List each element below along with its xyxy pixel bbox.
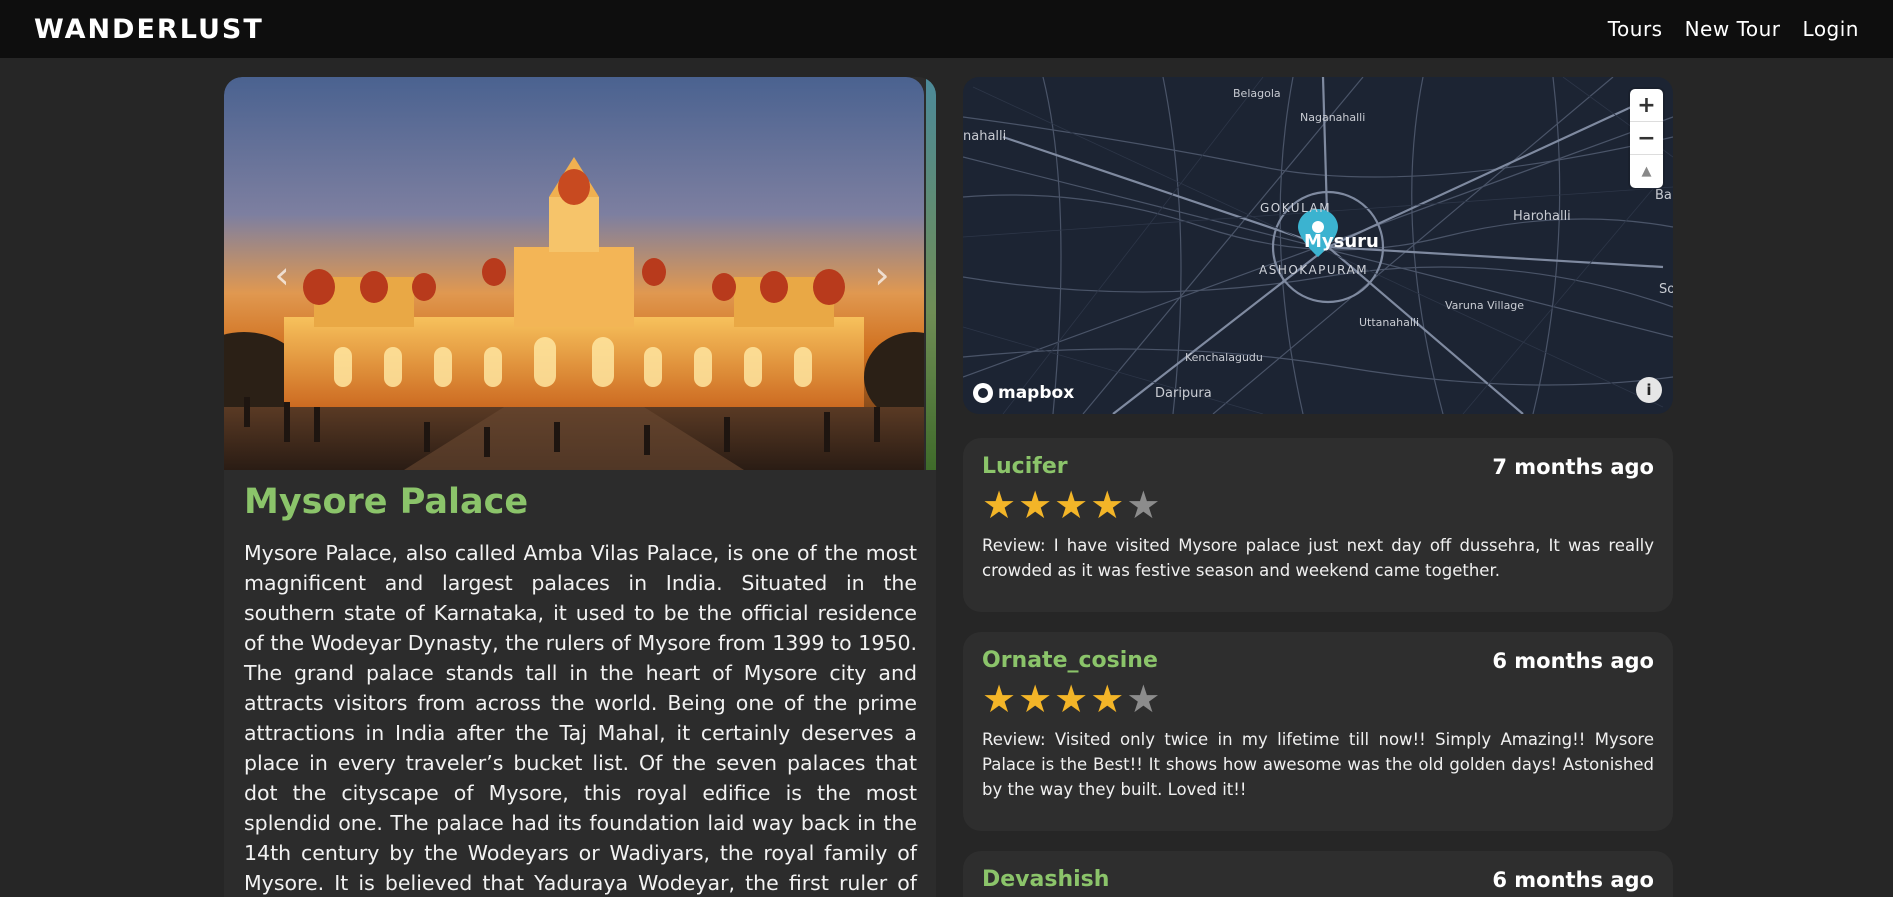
star-filled-icon: ★ <box>1054 483 1089 527</box>
review-card: Devashish 6 months ago <box>963 851 1673 897</box>
image-carousel: ‹ › <box>224 77 936 470</box>
carousel-slide <box>224 77 924 470</box>
map-label: ASHOKAPURAM <box>1259 263 1369 277</box>
carousel-next-slide-peek <box>926 77 936 470</box>
map-label: Daripura <box>1155 386 1212 401</box>
compass-icon[interactable]: ▲ <box>1630 155 1663 188</box>
review-header: Ornate_cosine 6 months ago <box>982 648 1654 673</box>
zoom-out-button[interactable]: − <box>1630 122 1663 155</box>
review-date: 6 months ago <box>1492 867 1654 892</box>
review-date: 7 months ago <box>1492 454 1654 479</box>
review-author: Ornate_cosine <box>982 648 1158 673</box>
nav-link-new-tour[interactable]: New Tour <box>1685 17 1781 41</box>
map-label: Harohalli <box>1513 209 1571 224</box>
nav-links: Tours New Tour Login <box>1608 17 1859 41</box>
mapbox-logo[interactable]: mapbox <box>973 383 1074 403</box>
navbar: WANDERLUST Tours New Tour Login <box>0 0 1893 58</box>
tour-description-text: Mysore Palace, also called Amba Vilas Pa… <box>244 541 917 895</box>
mapbox-logo-text: mapbox <box>998 383 1075 403</box>
star-filled-icon: ★ <box>1054 677 1089 721</box>
info-icon[interactable]: i <box>1636 377 1662 403</box>
tour-title: Mysore Palace <box>244 482 529 522</box>
chevron-left-icon[interactable]: ‹ <box>262 253 302 297</box>
map-label-city: Mysuru <box>1304 231 1379 252</box>
star-filled-icon: ★ <box>1090 677 1125 721</box>
star-rating: ★ ★ ★ ★ ★ <box>982 679 1654 719</box>
map-label: Bar <box>1655 188 1673 203</box>
star-empty-icon: ★ <box>1126 677 1161 721</box>
map-label: nahalli <box>963 129 1007 144</box>
review-date: 6 months ago <box>1492 648 1654 673</box>
tour-description: Mysore Palace, also called Amba Vilas Pa… <box>244 538 917 897</box>
map-label: Varuna Village <box>1445 299 1525 312</box>
star-filled-icon: ★ <box>982 483 1017 527</box>
brand-logo[interactable]: WANDERLUST <box>34 14 264 45</box>
map-label: Kenchalagudu <box>1185 351 1263 364</box>
star-filled-icon: ★ <box>1018 483 1053 527</box>
mapbox-logo-icon <box>973 383 993 403</box>
map-label: Naganahalli <box>1300 111 1366 124</box>
star-filled-icon: ★ <box>1090 483 1125 527</box>
map-label: GOKULAM <box>1260 201 1332 215</box>
review-text: Review: Visited only twice in my lifetim… <box>982 730 1654 799</box>
star-filled-icon: ★ <box>982 677 1017 721</box>
review-card: Lucifer 7 months ago ★ ★ ★ ★ ★ Review: I… <box>963 438 1673 612</box>
review-text: Review: I have visited Mysore palace jus… <box>982 536 1654 580</box>
star-rating: ★ ★ ★ ★ ★ <box>982 485 1654 525</box>
star-filled-icon: ★ <box>1018 677 1053 721</box>
chevron-right-icon[interactable]: › <box>862 253 902 297</box>
review-header: Lucifer 7 months ago <box>982 454 1654 479</box>
review-author: Devashish <box>982 867 1110 892</box>
review-header: Devashish 6 months ago <box>982 867 1654 892</box>
map[interactable]: Belagola Naganahalli nahalli GOKULAM Mys… <box>963 77 1673 414</box>
star-empty-icon: ★ <box>1126 483 1161 527</box>
map-zoom-controls: + − ▲ <box>1630 89 1663 188</box>
nav-link-login[interactable]: Login <box>1803 17 1859 41</box>
palace-image <box>224 77 924 470</box>
map-label: Uttanahalli <box>1359 316 1420 329</box>
review-author: Lucifer <box>982 454 1068 479</box>
map-label: So <box>1659 282 1673 297</box>
map-label: Belagola <box>1233 87 1281 100</box>
review-card: Ornate_cosine 6 months ago ★ ★ ★ ★ ★ Rev… <box>963 632 1673 831</box>
zoom-in-button[interactable]: + <box>1630 89 1663 122</box>
nav-link-tours[interactable]: Tours <box>1608 17 1663 41</box>
